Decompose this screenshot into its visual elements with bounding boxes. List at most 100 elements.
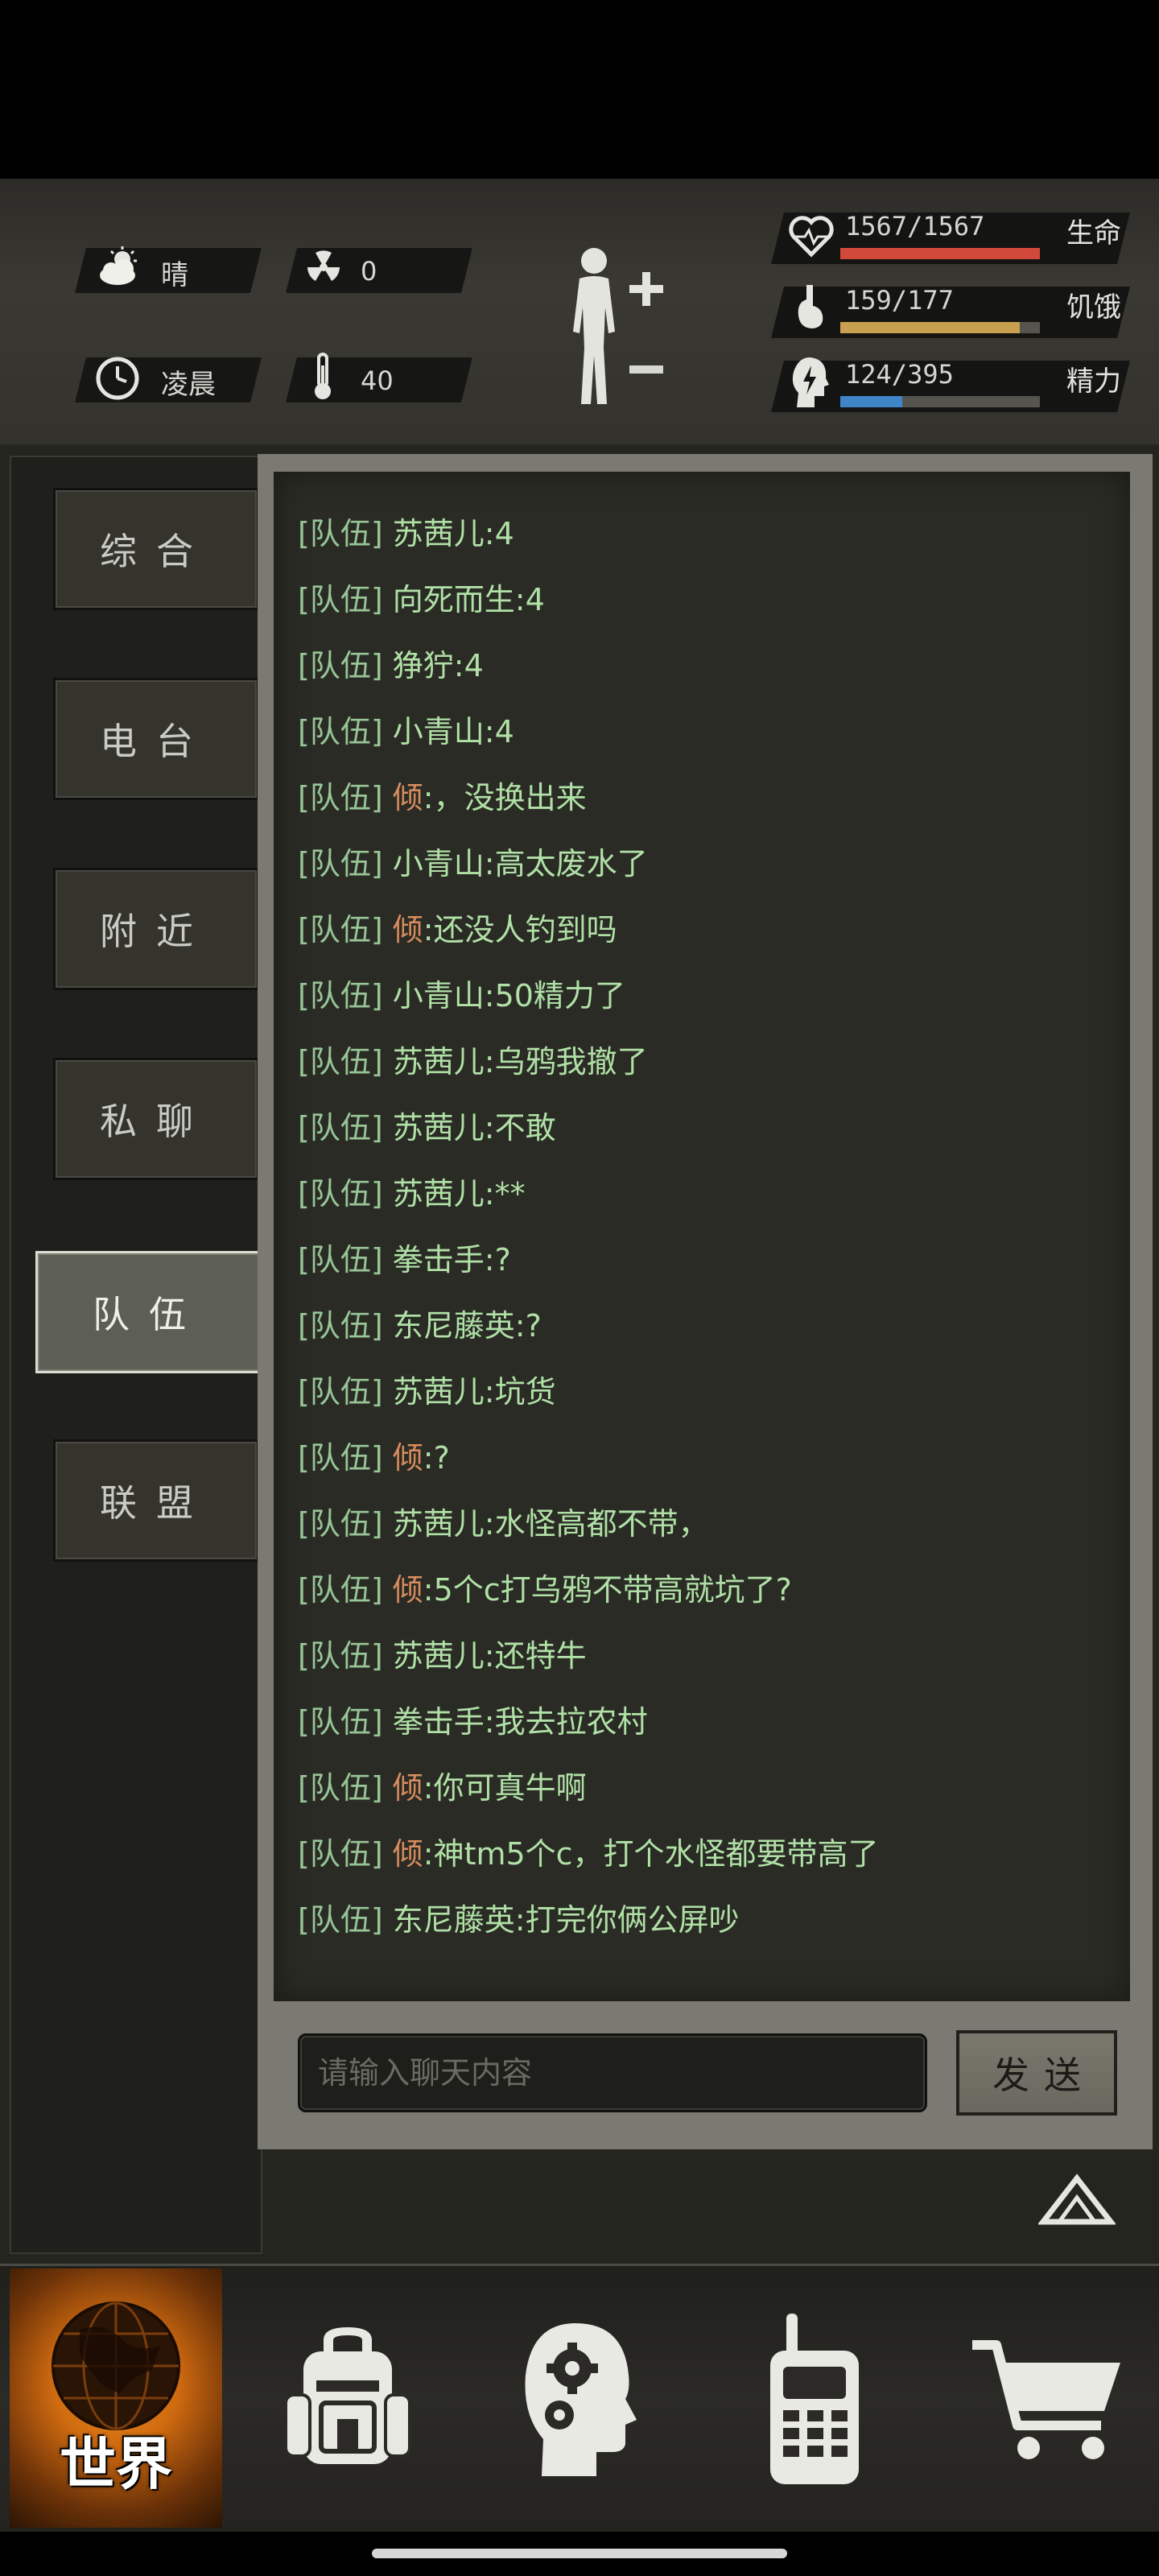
nav-world[interactable]: 世界 [10, 2268, 222, 2528]
message-text: :，没换出来 [423, 780, 587, 815]
chat-input[interactable] [298, 2033, 927, 2112]
chat-message: [队伍] 东尼藤英:打完你俩公屏吵 [298, 1887, 740, 1953]
chat-message-list[interactable]: [队伍] 苏茜儿:4 [队伍] 向死而生:4 [队伍] 狰狞:4 [队伍] 小青山:4… [274, 472, 1130, 2001]
chat-message: [队伍] 苏茜儿:坑货 [298, 1359, 556, 1425]
message-text: :? [514, 1308, 542, 1344]
chat-message: [队伍] 苏茜儿:不敢 [298, 1095, 556, 1161]
temperature-value: 40 [361, 365, 394, 396]
message-text: :5个c打乌鸦不带高就坑了? [423, 1572, 792, 1608]
nav-backpack[interactable] [241, 2278, 454, 2520]
chat-message: [队伍] 拳击手:? [298, 1227, 511, 1293]
message-sender[interactable]: 小青山 [393, 846, 485, 881]
thermometer-icon [311, 351, 335, 406]
message-sender[interactable]: 苏茜儿 [393, 1044, 485, 1080]
message-channel-tag: [队伍] [298, 912, 383, 947]
message-channel-tag: [队伍] [298, 1704, 383, 1740]
walkie-talkie-icon [770, 2314, 859, 2484]
chat-message: [队伍] 倾:，没换出来 [298, 765, 587, 831]
message-channel-tag: [队伍] [298, 1110, 383, 1146]
message-sender[interactable]: 苏茜儿 [393, 1110, 485, 1146]
radiation-icon [304, 248, 343, 290]
message-sender[interactable]: 向死而生 [393, 582, 515, 617]
chat-message: [队伍] 东尼藤英:? [298, 1293, 542, 1359]
message-sender[interactable]: 狰狞 [393, 648, 454, 683]
chat-message: [队伍] 苏茜儿:** [298, 1161, 526, 1227]
tab-nearby[interactable]: 附近 [53, 868, 259, 990]
message-sender[interactable]: 拳击手 [393, 1704, 485, 1740]
message-sender[interactable]: 小青山 [393, 714, 485, 749]
tab-private[interactable]: 私聊 [53, 1058, 259, 1180]
nav-shop[interactable] [942, 2278, 1154, 2520]
hunger-label: 饥饿 [1066, 291, 1121, 324]
backpack-icon [284, 2327, 411, 2464]
message-text: :? [484, 1242, 511, 1278]
message-channel-tag: [队伍] [298, 1176, 383, 1212]
message-channel-tag: [队伍] [298, 846, 383, 881]
message-channel-tag: [队伍] [298, 1902, 383, 1938]
chat-message: [队伍] 倾:你可真牛啊 [298, 1755, 587, 1821]
message-channel-tag: [队伍] [298, 1044, 383, 1080]
message-channel-tag: [队伍] [298, 582, 383, 617]
energy-bar [840, 396, 1040, 407]
message-channel-tag: [队伍] [298, 714, 383, 749]
hunger-bar [840, 322, 1040, 333]
nav-world-label: 世界 [60, 2431, 172, 2497]
message-channel-tag: [队伍] [298, 1638, 383, 1674]
energy-bar-fill [840, 396, 902, 407]
message-channel-tag: [队伍] [298, 1242, 383, 1278]
tab-alliance[interactable]: 联盟 [53, 1439, 259, 1562]
message-sender[interactable]: 拳击手 [393, 1242, 485, 1278]
chat-message: [队伍] 向死而生:4 [298, 567, 545, 633]
message-sender[interactable]: 小青山 [393, 978, 485, 1013]
message-text: :4 [514, 582, 545, 617]
message-sender[interactable]: 东尼藤英 [393, 1308, 515, 1344]
message-text: :** [484, 1176, 526, 1212]
home-indicator [372, 2549, 787, 2558]
chat-message: [队伍] 倾:? [298, 1425, 450, 1491]
nav-skills[interactable] [473, 2278, 686, 2520]
life-bar [840, 248, 1040, 259]
message-sender[interactable]: 苏茜儿 [393, 1176, 485, 1212]
message-sender[interactable]: 苏茜儿 [393, 1638, 485, 1674]
message-sender[interactable]: 东尼藤英 [393, 1902, 515, 1938]
message-channel-tag: [队伍] [298, 1572, 383, 1608]
globe-icon [52, 2301, 180, 2430]
time-of-day-label: 凌晨 [161, 369, 216, 401]
message-text: :4 [484, 516, 514, 551]
partly-cloudy-icon [95, 245, 143, 293]
send-button[interactable]: 发送 [956, 2030, 1117, 2116]
message-text: :你可真牛啊 [423, 1770, 587, 1806]
nav-radio[interactable] [708, 2278, 921, 2520]
message-sender[interactable]: 苏茜儿 [393, 516, 485, 551]
message-text: :我去拉农村 [484, 1704, 648, 1740]
message-text: :还特牛 [484, 1638, 587, 1674]
message-channel-tag: [队伍] [298, 1770, 383, 1806]
message-channel-tag: [队伍] [298, 780, 383, 815]
message-text: :还没人钓到吗 [423, 912, 617, 947]
chat-message: [队伍] 倾:还没人钓到吗 [298, 897, 617, 963]
message-sender[interactable]: 倾 [393, 780, 423, 815]
message-sender[interactable]: 倾 [393, 1572, 423, 1608]
message-sender[interactable]: 苏茜儿 [393, 1374, 485, 1410]
clock-icon [95, 356, 140, 404]
tab-team[interactable]: 队伍 [35, 1251, 262, 1373]
message-sender[interactable]: 倾 [393, 1836, 423, 1872]
chat-message: [队伍] 苏茜儿:乌鸦我撤了 [298, 1029, 648, 1095]
tab-radio[interactable]: 电台 [53, 678, 259, 800]
message-channel-tag: [队伍] [298, 1440, 383, 1476]
message-channel-tag: [队伍] [298, 1374, 383, 1410]
message-text: :乌鸦我撤了 [484, 1044, 648, 1080]
tab-general[interactable]: 综合 [53, 488, 259, 610]
life-bar-fill [840, 248, 1040, 259]
message-sender[interactable]: 倾 [393, 912, 423, 947]
message-sender[interactable]: 倾 [393, 1770, 423, 1806]
message-sender[interactable]: 苏茜儿 [393, 1506, 485, 1542]
chat-message: [队伍] 狰狞:4 [298, 633, 484, 699]
message-text: :坑货 [484, 1374, 556, 1410]
message-sender[interactable]: 倾 [393, 1440, 423, 1476]
message-text: :50精力了 [484, 978, 625, 1013]
body-status-icon[interactable] [560, 243, 673, 415]
life-label: 生命 [1066, 217, 1121, 250]
message-text: :水怪高都不带， [484, 1506, 709, 1542]
collapse-up-icon[interactable] [1037, 2174, 1117, 2230]
